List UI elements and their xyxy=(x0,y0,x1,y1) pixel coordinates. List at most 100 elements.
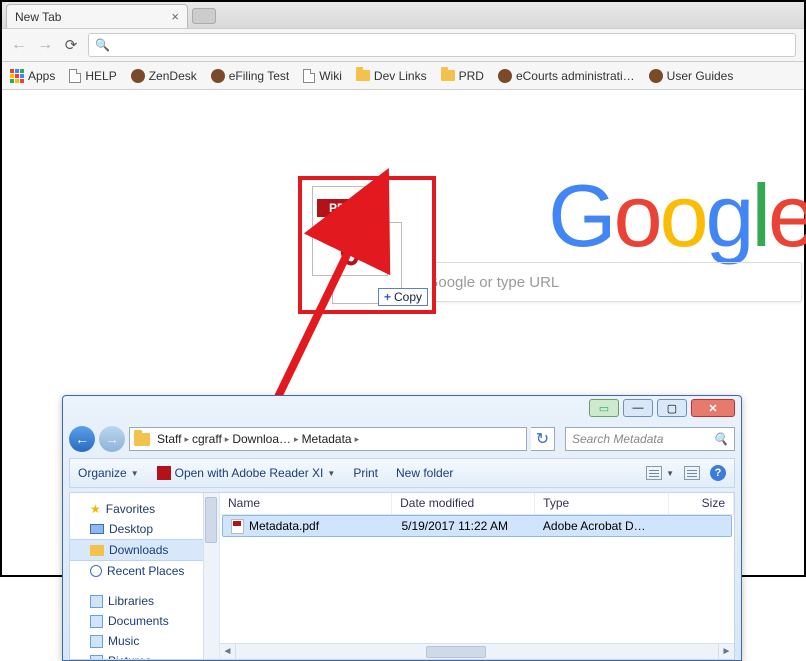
browser-tab-active[interactable]: New Tab × xyxy=(6,4,188,28)
breadcrumb-segment[interactable]: cgraff xyxy=(192,432,222,446)
bookmark-ecourts-administrati-[interactable]: eCourts administrati… xyxy=(498,69,635,83)
address-bar[interactable]: 🔍 xyxy=(88,33,796,57)
search-icon: 🔍 xyxy=(713,432,728,446)
reload-button[interactable]: ⟳ xyxy=(62,36,80,54)
horizontal-scrollbar[interactable]: ◄ ► xyxy=(220,643,734,659)
scrollbar-thumb[interactable] xyxy=(205,497,217,543)
explorer-breadcrumb[interactable]: Staff▸cgraff▸Downloa…▸Metadata▸ xyxy=(129,427,527,451)
star-icon: ★ xyxy=(90,502,101,516)
explorer-body: ★Favorites Desktop Downloads Recent Plac… xyxy=(69,492,735,660)
col-size[interactable]: Size xyxy=(669,493,734,514)
file-explorer-window[interactable]: ▭ — ▢ ✕ ← → Staff▸cgraff▸Downloa…▸Metada… xyxy=(62,395,742,661)
bookmark-help[interactable]: HELP xyxy=(69,69,116,83)
folder-icon xyxy=(134,433,150,446)
tab-close-icon[interactable]: × xyxy=(171,9,179,24)
pdf-file-icon xyxy=(231,519,244,534)
pdf-icon-front-page: PDF xyxy=(312,186,388,276)
nav-downloads[interactable]: Downloads xyxy=(70,539,219,561)
dragged-pdf-highlight: PDF ↖ + Copy xyxy=(302,180,432,310)
window-minimize-button[interactable]: — xyxy=(623,399,653,417)
circ-icon xyxy=(211,69,225,83)
copy-label: Copy xyxy=(394,290,422,304)
navpane-scrollbar[interactable] xyxy=(203,493,219,659)
bookmark-prd[interactable]: PRD xyxy=(441,69,484,83)
folder-icon xyxy=(441,70,455,81)
window-close-button[interactable]: ✕ xyxy=(691,399,735,417)
file-row[interactable]: Metadata.pdf5/19/2017 11:22 AMAdobe Acro… xyxy=(222,515,732,537)
bookmark-dev-links[interactable]: Dev Links xyxy=(356,69,427,83)
organize-menu[interactable]: Organize▼ xyxy=(78,466,139,480)
col-type[interactable]: Type xyxy=(535,493,668,514)
window-extra-button[interactable]: ▭ xyxy=(589,399,619,417)
browser-toolbar: ← → ⟳ 🔍 xyxy=(2,28,804,62)
explorer-file-list[interactable]: Name Date modified Type Size Metadata.pd… xyxy=(220,493,734,659)
bookmark-apps[interactable]: Apps xyxy=(10,69,55,83)
preview-pane-button[interactable] xyxy=(684,465,700,481)
search-icon: 🔍 xyxy=(95,38,110,52)
explorer-nav-pane[interactable]: ★Favorites Desktop Downloads Recent Plac… xyxy=(70,493,220,659)
libraries-icon xyxy=(90,595,103,608)
breadcrumb-segment[interactable]: Metadata xyxy=(302,432,352,446)
circ-icon xyxy=(131,69,145,83)
explorer-search-input[interactable]: Search Metadata 🔍 xyxy=(565,427,735,451)
pictures-icon xyxy=(90,655,103,660)
print-button[interactable]: Print xyxy=(353,466,378,480)
view-menu[interactable]: ▼ xyxy=(646,465,674,481)
back-button[interactable]: ← xyxy=(10,36,28,54)
folder-icon xyxy=(356,70,370,81)
bookmarks-bar: Apps HELP ZenDesk eFiling Test Wiki Dev Links… xyxy=(2,62,804,90)
nav-documents[interactable]: Documents xyxy=(70,611,219,631)
nav-pictures[interactable]: Pictures xyxy=(70,651,219,659)
drag-copy-tooltip: + Copy xyxy=(378,288,428,306)
chevron-down-icon: ▼ xyxy=(131,469,139,478)
bookmark-efiling-test[interactable]: eFiling Test xyxy=(211,69,289,83)
apps-icon xyxy=(10,69,24,83)
explorer-forward-button[interactable]: → xyxy=(99,426,125,452)
explorer-back-button[interactable]: ← xyxy=(69,426,95,452)
google-logo: Google xyxy=(548,165,806,267)
forward-button[interactable]: → xyxy=(36,36,54,54)
breadcrumb-segment[interactable]: Staff xyxy=(157,432,181,446)
scroll-left-icon[interactable]: ◄ xyxy=(220,644,236,660)
chevron-right-icon: ▸ xyxy=(225,434,230,445)
breadcrumb-segment[interactable]: Downloa… xyxy=(232,432,291,446)
window-maximize-button[interactable]: ▢ xyxy=(657,399,687,417)
new-tab-button[interactable] xyxy=(192,8,216,24)
new-folder-button[interactable]: New folder xyxy=(396,466,453,480)
help-button[interactable]: ? xyxy=(710,465,726,481)
chevron-right-icon: ▸ xyxy=(294,434,299,445)
explorer-titlebar[interactable]: ▭ — ▢ ✕ xyxy=(63,396,741,424)
documents-icon xyxy=(90,615,103,628)
chevron-down-icon: ▼ xyxy=(327,469,335,478)
nav-libraries-header[interactable]: Libraries xyxy=(70,591,219,611)
preview-pane-icon xyxy=(684,466,700,480)
scrollbar-thumb[interactable] xyxy=(426,646,486,658)
explorer-navbar: ← → Staff▸cgraff▸Downloa…▸Metadata▸ ↻ Se… xyxy=(69,424,735,454)
chevron-right-icon: ▸ xyxy=(184,434,189,445)
view-icon xyxy=(646,466,662,480)
breadcrumb-refresh-button[interactable]: ↻ xyxy=(531,427,555,451)
plus-icon: + xyxy=(384,290,391,304)
page-fold-icon xyxy=(370,186,388,204)
nav-recent-places[interactable]: Recent Places xyxy=(70,561,219,581)
nav-favorites-header[interactable]: ★Favorites xyxy=(70,499,219,519)
explorer-search-placeholder: Search Metadata xyxy=(572,432,663,446)
acrobat-swoosh-icon xyxy=(327,219,377,269)
nav-music[interactable]: Music xyxy=(70,631,219,651)
tab-title: New Tab xyxy=(15,10,61,24)
col-name[interactable]: Name xyxy=(220,493,392,514)
pdf-badge: PDF xyxy=(317,199,365,217)
col-date[interactable]: Date modified xyxy=(392,493,535,514)
explorer-toolbar: Organize▼ Open with Adobe Reader XI▼ Pri… xyxy=(69,458,735,488)
nav-desktop[interactable]: Desktop xyxy=(70,519,219,539)
open-with-adobe-button[interactable]: Open with Adobe Reader XI▼ xyxy=(157,466,336,480)
bookmark-wiki[interactable]: Wiki xyxy=(303,69,342,83)
doc-icon xyxy=(303,69,315,83)
scroll-right-icon[interactable]: ► xyxy=(718,644,734,660)
recent-icon xyxy=(90,565,102,577)
bookmark-user-guides[interactable]: User Guides xyxy=(649,69,734,83)
column-headers[interactable]: Name Date modified Type Size xyxy=(220,493,734,515)
circ-icon xyxy=(649,69,663,83)
bookmark-zendesk[interactable]: ZenDesk xyxy=(131,69,197,83)
downloads-icon xyxy=(90,545,104,556)
